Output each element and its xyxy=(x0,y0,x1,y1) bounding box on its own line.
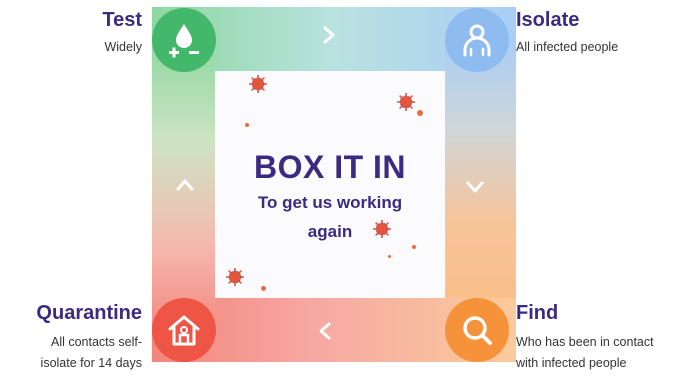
particle-dot xyxy=(412,245,416,249)
chevron-right-icon xyxy=(323,26,335,44)
chevron-down-icon xyxy=(466,181,484,193)
find-circle xyxy=(445,298,509,362)
test-description: Widely xyxy=(104,40,142,54)
isolate-circle xyxy=(445,8,509,72)
chevron-up-icon xyxy=(176,179,194,191)
particle-dot xyxy=(388,255,391,258)
isolate-description: All infected people xyxy=(516,40,619,54)
find-description-line-1: Who has been in contact xyxy=(516,335,654,349)
test-title: Test xyxy=(102,9,142,31)
virus-icon xyxy=(249,75,267,93)
quarantine-description-line-1: All contacts self- xyxy=(50,335,142,349)
find-title: Find xyxy=(516,302,559,324)
headline: BOX IT IN xyxy=(253,149,407,185)
particle-dot xyxy=(417,110,423,116)
quarantine-title: Quarantine xyxy=(36,302,142,324)
house-icon xyxy=(168,315,200,346)
virus-icon xyxy=(226,268,244,286)
particle-dot xyxy=(261,286,266,291)
quarantine-description: All contacts self- isolate for 14 days xyxy=(41,332,142,374)
chevron-left-icon xyxy=(319,322,331,340)
subheadline: To get us working again xyxy=(257,193,403,241)
test-circle xyxy=(152,8,216,72)
blood-drop-plus-minus-icon xyxy=(169,24,199,58)
quarantine-description-line-2: isolate for 14 days xyxy=(40,356,142,370)
virus-icon xyxy=(397,93,415,111)
virus-icon xyxy=(373,220,391,238)
find-description: Who has been in contact with infected pe… xyxy=(516,332,654,374)
find-description-line-2: with infected people xyxy=(516,356,627,370)
magnifier-icon xyxy=(463,316,492,345)
particle-dot xyxy=(245,123,249,127)
quarantine-circle xyxy=(152,298,216,362)
person-icon xyxy=(463,24,491,57)
isolate-title: Isolate xyxy=(516,9,580,31)
